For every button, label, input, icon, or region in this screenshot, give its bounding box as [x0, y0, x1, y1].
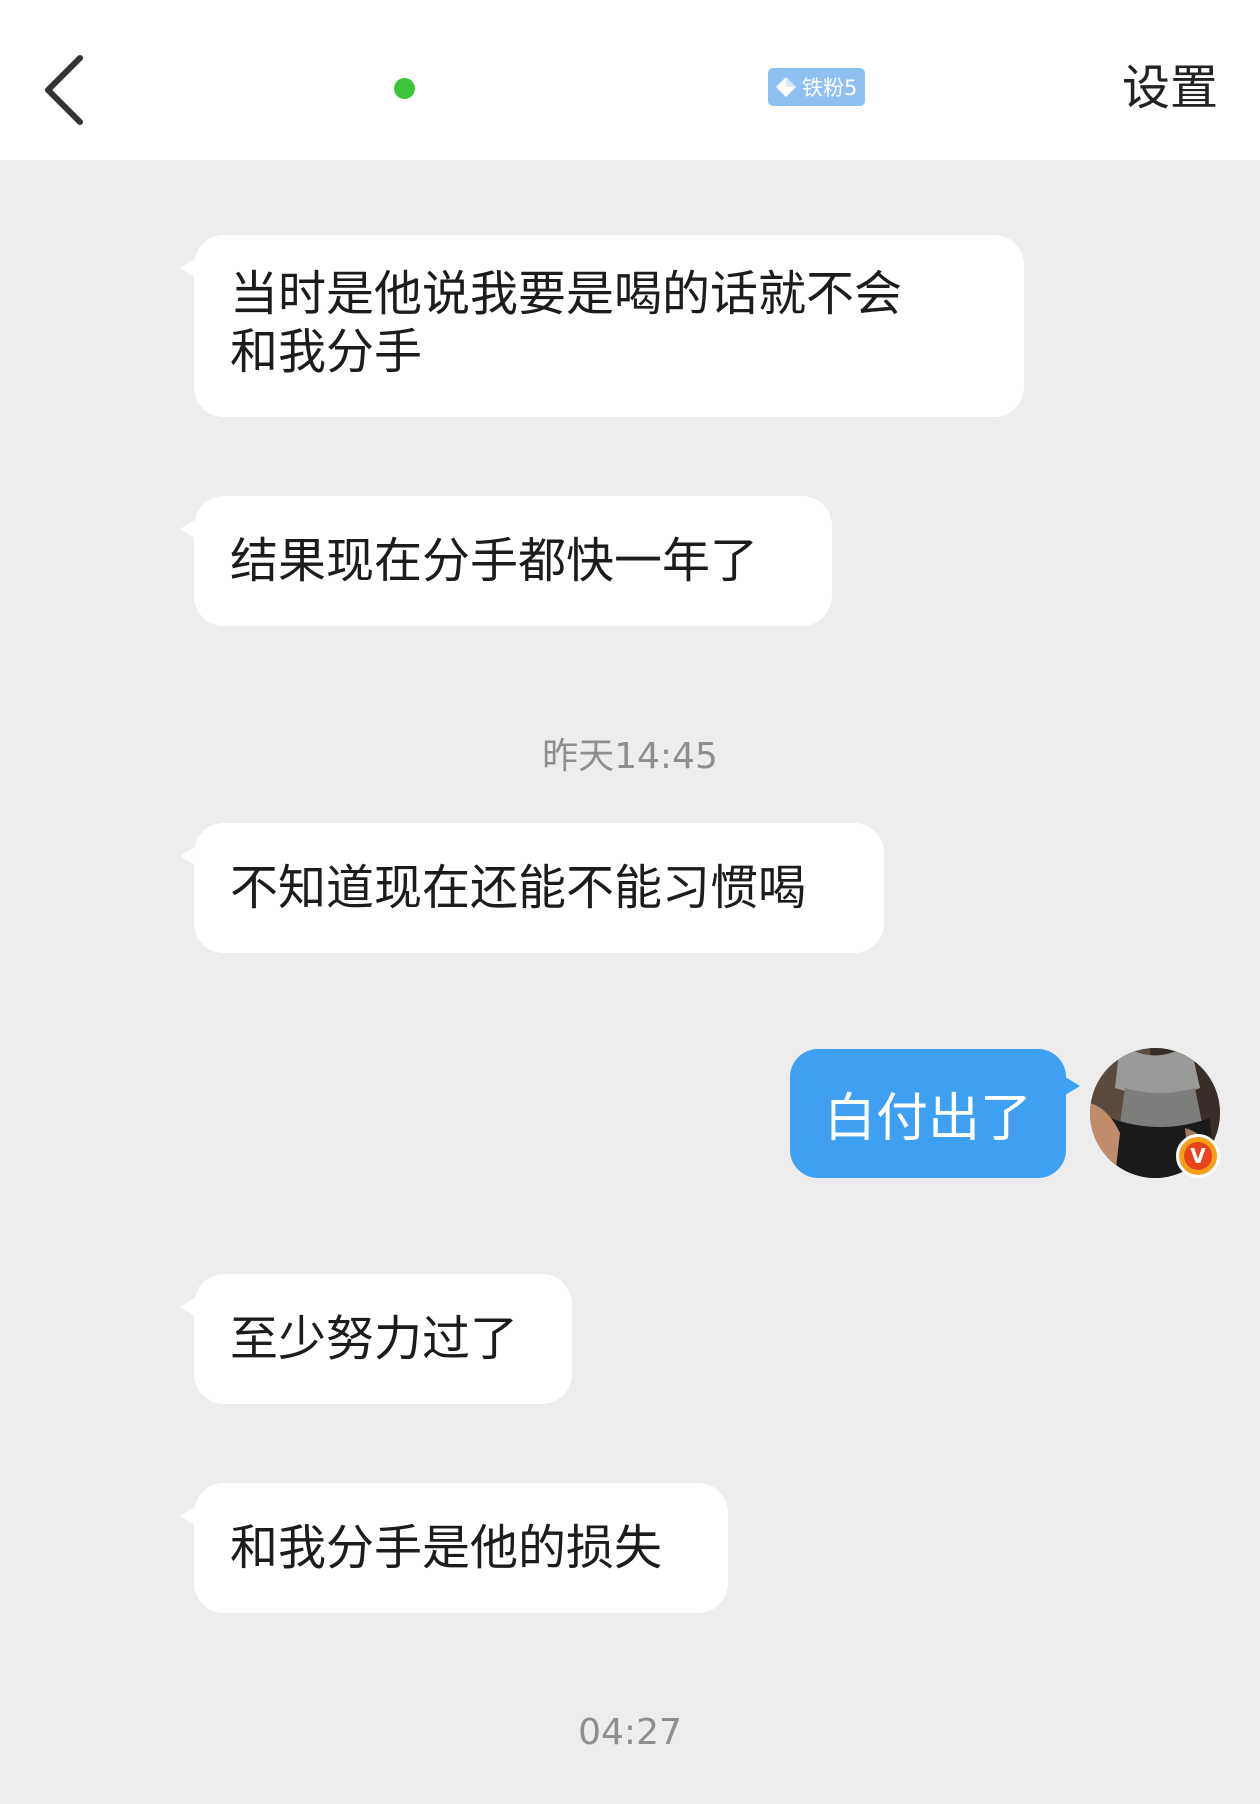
message-bubble[interactable]: 至少努力过了 [180, 1274, 572, 1404]
message-text: 白付出了 [823, 1089, 1032, 1149]
message-timestamp: 04:27 [578, 1712, 682, 1753]
message-text: 不知道现在还能不能习惯喝 [230, 860, 807, 916]
bubble-tail [180, 1296, 198, 1318]
message-text: 和我分手是他的损失 [230, 1520, 663, 1576]
diamond-icon [776, 77, 796, 97]
message-timestamp: 昨天14:45 [542, 736, 718, 777]
badge-label: 铁粉5 [802, 76, 858, 100]
bubble-tail [180, 518, 198, 540]
bubble-tail [1062, 1075, 1080, 1097]
message-text-line: 当时是他说我要是喝的话就不会 [230, 266, 903, 322]
message-bubble[interactable]: 和我分手是他的损失 [180, 1483, 728, 1613]
settings-button[interactable]: 设置 [1122, 58, 1218, 118]
verified-label: V [1184, 1142, 1212, 1170]
message-text-line: 和我分手 [230, 324, 423, 380]
message-bubble[interactable]: 结果现在分手都快一年了 [180, 496, 832, 626]
verified-v-icon: V [1176, 1134, 1220, 1178]
message-bubble[interactable]: 不知道现在还能不能习惯喝 [180, 823, 884, 953]
chat-header: 铁粉5 设置 [0, 0, 1260, 160]
fan-level-badge[interactable]: 铁粉5 [768, 68, 866, 106]
outgoing-message-bubble[interactable]: 白付出了 [790, 1049, 1080, 1178]
bubble-tail [180, 1505, 198, 1527]
bubble-tail [180, 845, 198, 867]
message-text: 结果现在分手都快一年了 [230, 533, 759, 589]
back-arrow-icon[interactable] [40, 52, 90, 128]
online-status-dot [394, 78, 415, 99]
message-bubble[interactable]: 当时是他说我要是喝的话就不会 和我分手 [180, 235, 1024, 417]
bubble-tail [180, 257, 198, 279]
message-text: 至少努力过了 [230, 1311, 519, 1367]
